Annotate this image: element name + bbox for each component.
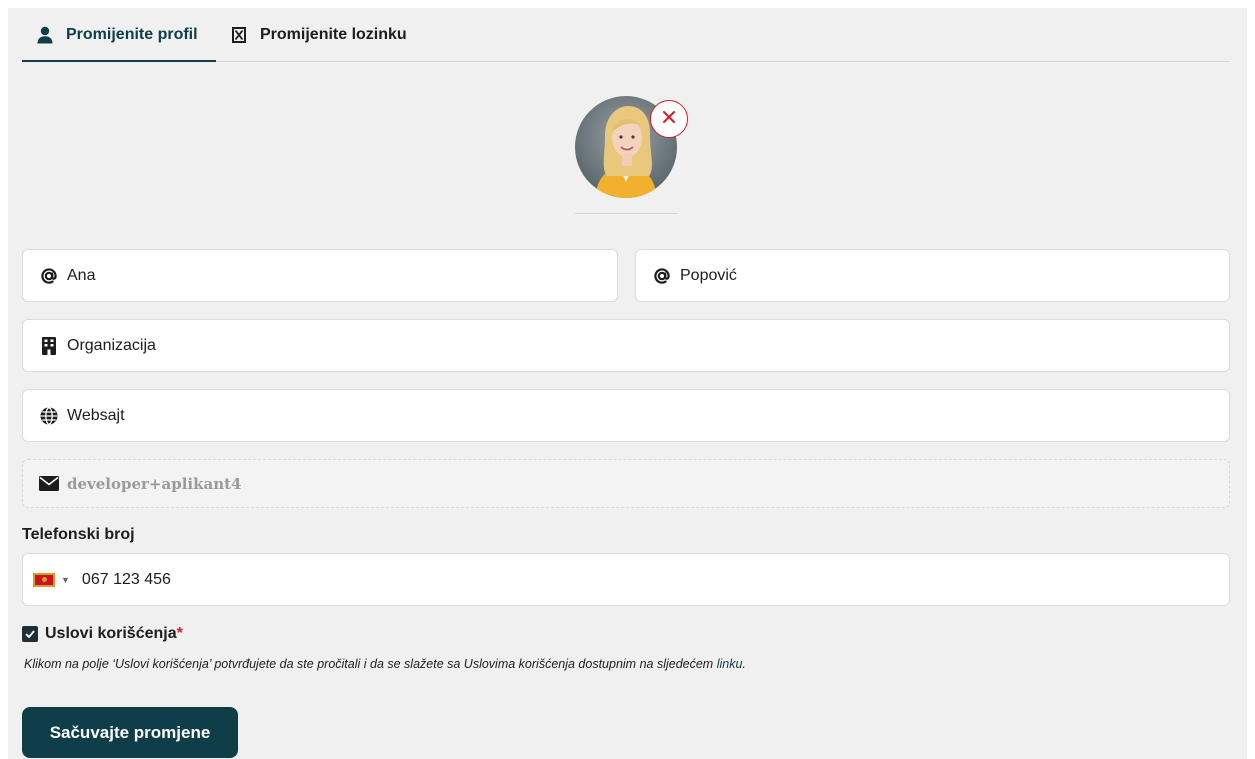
- first-name-field[interactable]: Ana: [22, 249, 618, 302]
- user-icon: [36, 26, 54, 44]
- tab-profile-label: Promijenite profil: [66, 26, 198, 43]
- last-name-field[interactable]: Popović: [635, 249, 1230, 302]
- envelope-icon: [39, 474, 59, 494]
- close-icon: [662, 110, 676, 129]
- website-placeholder: Websajt: [67, 406, 125, 424]
- montenegro-flag-icon[interactable]: [33, 572, 55, 587]
- building-icon: [39, 336, 59, 356]
- required-mark: *: [176, 625, 183, 642]
- terms-row[interactable]: Uslovi korišćenja *: [22, 625, 183, 643]
- last-name-value: Popović: [680, 266, 737, 284]
- organization-placeholder: Organizacija: [67, 336, 156, 354]
- at-icon: [39, 266, 59, 286]
- terms-note: Klikom na polje ‘Uslovi korišćenja’ potv…: [24, 657, 746, 671]
- active-tab-indicator: [22, 60, 216, 62]
- save-button[interactable]: Sačuvajte promjene: [22, 707, 238, 758]
- terms-checkbox[interactable]: [22, 626, 38, 642]
- terms-note-text: Klikom na polje ‘Uslovi korišćenja’ potv…: [24, 657, 714, 671]
- at-icon: [652, 266, 672, 286]
- tab-profile[interactable]: Promijenite profil: [36, 8, 198, 62]
- phone-label: Telefonski broj: [22, 526, 135, 543]
- terms-label: Uslovi korišćenja: [45, 625, 177, 642]
- first-name-value: Ana: [67, 266, 96, 284]
- tab-password[interactable]: Promijenite lozinku: [230, 8, 407, 62]
- phone-value: 067 123 456: [81, 570, 171, 588]
- website-field[interactable]: Websajt: [22, 389, 1230, 442]
- globe-icon: [39, 406, 59, 426]
- avatar-divider: [575, 213, 678, 214]
- terms-link[interactable]: linku: [717, 657, 743, 671]
- tab-bar: [22, 8, 1230, 62]
- terms-note-suffix: .: [742, 657, 746, 671]
- email-field: developer+aplikant4: [22, 459, 1230, 508]
- email-value: developer+aplikant4: [67, 474, 242, 493]
- organization-field[interactable]: Organizacija: [22, 319, 1230, 372]
- chevron-down-icon[interactable]: ▼: [61, 575, 70, 585]
- remove-photo-button[interactable]: [650, 100, 688, 138]
- phone-field[interactable]: ▼ 067 123 456: [22, 553, 1230, 606]
- tab-password-label: Promijenite lozinku: [260, 26, 407, 43]
- lock-icon: [230, 26, 248, 44]
